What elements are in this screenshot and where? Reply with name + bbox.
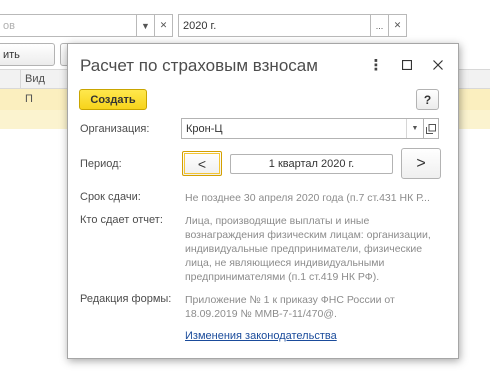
form-edition-value: Приложение № 1 к приказу ФНС России от 1… bbox=[185, 294, 395, 320]
submitter-value: Лица, производящие выплаты и иные вознаг… bbox=[185, 215, 431, 283]
close-icon[interactable]: ✕ bbox=[388, 15, 406, 36]
organization-label: Организация: bbox=[80, 123, 150, 135]
form-edition-label: Редакция формы: bbox=[80, 293, 172, 305]
close-icon[interactable]: ✕ bbox=[154, 15, 172, 36]
next-period-button[interactable]: > bbox=[401, 148, 441, 179]
table-cell-kind: П bbox=[25, 93, 33, 105]
help-button[interactable]: ? bbox=[416, 89, 439, 110]
background-year-value: 2020 г. bbox=[183, 19, 217, 32]
chevron-right-icon: > bbox=[416, 154, 426, 172]
more-icon[interactable]: ⋮ bbox=[366, 55, 386, 75]
background-year-field[interactable]: 2020 г. ... ✕ bbox=[178, 14, 407, 37]
organization-value: Крон-Ц bbox=[186, 122, 223, 135]
chevron-down-icon[interactable]: ▼ bbox=[136, 15, 154, 36]
background-filter-field[interactable]: ов ▼ ✕ bbox=[0, 14, 173, 37]
open-icon[interactable] bbox=[424, 118, 439, 139]
background-button-1-label: ить bbox=[3, 48, 20, 61]
insurance-contributions-dialog: Расчет по страховым взносам ⋮ Создать ? … bbox=[67, 43, 459, 359]
dialog-title: Расчет по страховым взносам bbox=[80, 56, 318, 75]
chevron-down-icon[interactable]: ▼ bbox=[406, 119, 423, 138]
organization-field[interactable]: Крон-Ц ▼ bbox=[181, 118, 424, 139]
deadline-label: Срок сдачи: bbox=[80, 191, 141, 203]
maximize-icon[interactable] bbox=[397, 55, 417, 75]
previous-period-button[interactable]: < bbox=[182, 151, 222, 176]
submitter-label: Кто сдает отчет: bbox=[80, 214, 163, 226]
column-header-kind[interactable]: Вид bbox=[25, 73, 45, 85]
chevron-left-icon: < bbox=[197, 155, 207, 172]
period-field[interactable]: 1 квартал 2020 г. bbox=[230, 154, 393, 174]
column-divider bbox=[20, 70, 21, 88]
law-changes-link[interactable]: Изменения законодательства bbox=[185, 330, 337, 342]
create-button[interactable]: Создать bbox=[79, 89, 147, 110]
background-filter-text: ов bbox=[3, 19, 15, 32]
background-button-1[interactable]: ить bbox=[0, 43, 55, 66]
deadline-value: Не позднее 30 апреля 2020 года (п.7 ст.4… bbox=[185, 192, 430, 204]
close-icon[interactable] bbox=[428, 55, 448, 75]
select-button[interactable]: ... bbox=[370, 15, 388, 36]
period-label: Период: bbox=[80, 158, 122, 170]
